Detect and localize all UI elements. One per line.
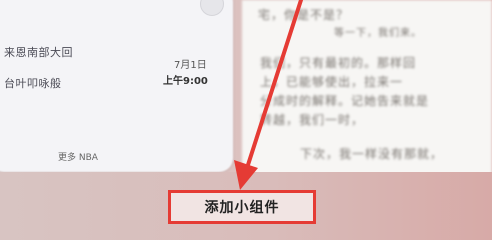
- doc-line: 分成时的解释。记她告来就是: [260, 94, 430, 108]
- doc-line: 转越，我们一时，: [260, 113, 365, 127]
- add-widget-button[interactable]: 添加小组件: [168, 190, 316, 224]
- doc-line: 等一下，我们来。: [334, 28, 422, 39]
- widget-event-1: 来恩南部大回: [4, 46, 73, 59]
- widget-event-2: 台叶叩咏般: [4, 77, 62, 90]
- doc-line: 下次，我一样没有那就，: [300, 147, 444, 161]
- doc-line: 宅，你是不是？: [258, 8, 350, 22]
- doc-line: 我们，只有最初的。那样回: [260, 56, 417, 70]
- widget-date: 7月1日: [174, 60, 207, 71]
- widget-more-link[interactable]: 更多 NBA: [58, 150, 98, 163]
- document-page: 宅，你是不是？ 等一下，我们来。 我们，只有最初的。那样回 上，已能够使出，拉来…: [242, 0, 492, 178]
- doc-line: 上，已能够使出，拉来一: [260, 75, 404, 89]
- add-widget-label: 添加小组件: [204, 200, 280, 216]
- widget-time: 上午9:00: [163, 76, 208, 87]
